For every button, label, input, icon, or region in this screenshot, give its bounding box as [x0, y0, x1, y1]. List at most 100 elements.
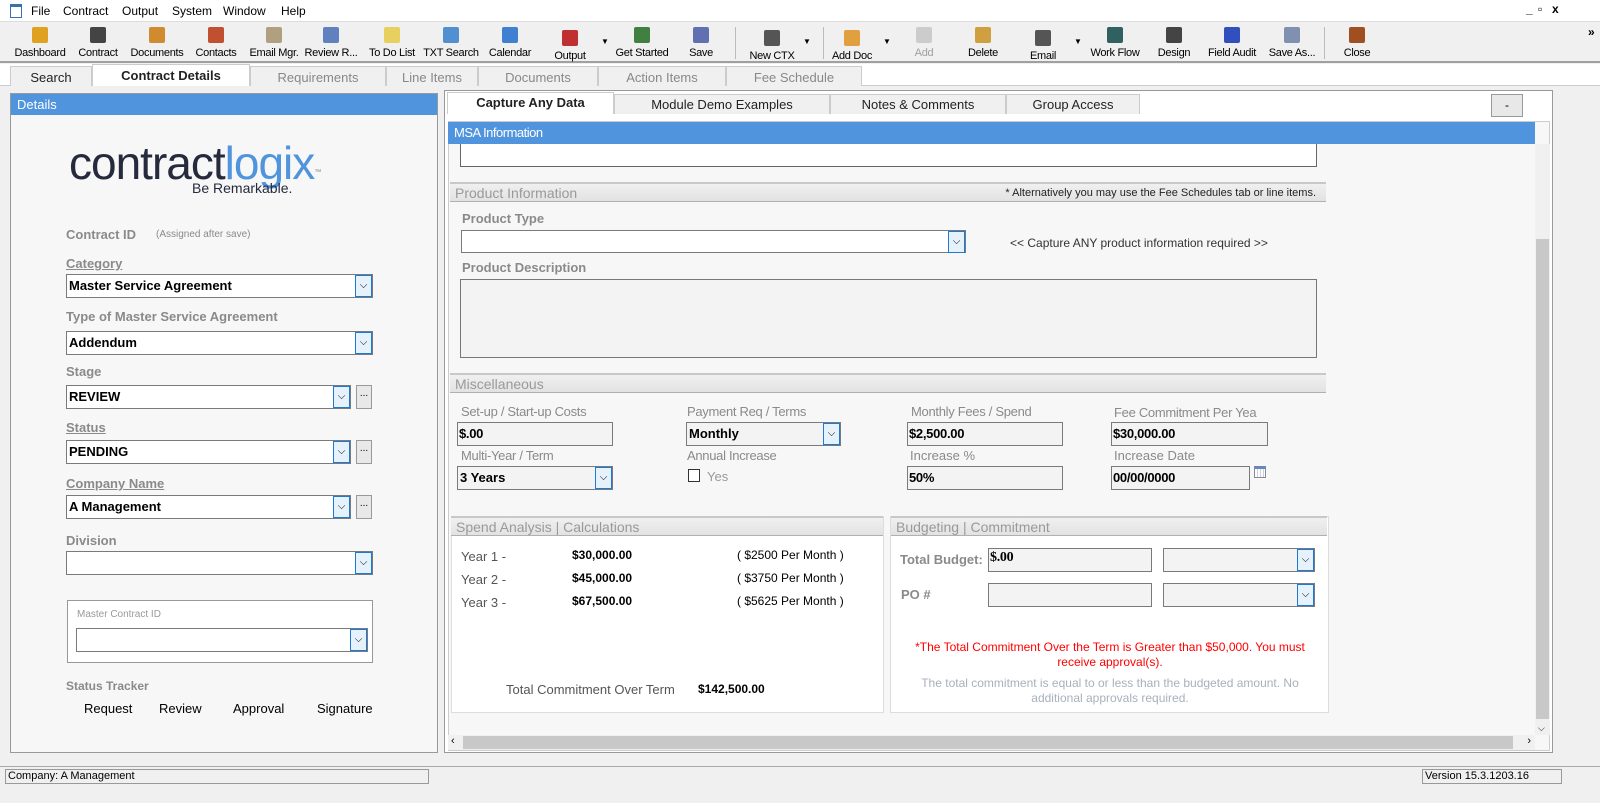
status-select[interactable]: PENDING ⌵	[66, 440, 351, 464]
caret-down-icon[interactable]: ▼	[1074, 37, 1082, 46]
chevron-down-icon[interactable]: ⌵	[1538, 723, 1545, 734]
toolbar-dashboard-button[interactable]: Dashboard	[10, 25, 70, 59]
monthly-input[interactable]: $2,500.00	[907, 422, 1063, 446]
chevron-down-icon[interactable]: ⌵	[355, 275, 372, 297]
product-description-textarea[interactable]	[460, 279, 1317, 358]
toolbar-review-r-button[interactable]: Review R...	[301, 25, 361, 59]
tab-capture-any-data[interactable]: Capture Any Data	[447, 92, 614, 114]
increase-pct-input[interactable]: 50%	[907, 466, 1063, 490]
caret-down-icon[interactable]: ▼	[601, 37, 609, 46]
chevron-down-icon[interactable]: ⌵	[355, 332, 372, 354]
toolbar-overflow-button[interactable]: »	[1588, 25, 1595, 39]
toolbar-to-do-list-button[interactable]: To Do List	[362, 25, 422, 59]
tab-group-access[interactable]: Group Access	[1006, 94, 1140, 114]
toolbar-save-button[interactable]: Save	[671, 25, 731, 59]
vertical-scrollbar[interactable]: ⌵	[1535, 144, 1550, 735]
status-link[interactable]: Status	[66, 420, 106, 435]
toolbar-calendar-button[interactable]: Calendar	[480, 25, 540, 59]
caret-down-icon[interactable]: ▼	[883, 37, 891, 46]
calendar-icon[interactable]	[1254, 466, 1266, 478]
chevron-down-icon[interactable]: ⌵	[350, 629, 367, 651]
division-select[interactable]: ⌵	[66, 551, 373, 575]
category-link[interactable]: Category	[66, 256, 122, 271]
horizontal-scrollbar[interactable]: ‹ ›	[448, 735, 1535, 750]
toolbar-new-ctx-button[interactable]: New CTX	[742, 28, 802, 62]
company-select[interactable]: A Management ⌵	[66, 495, 351, 519]
toolbar-field-audit-button[interactable]: Field Audit	[1202, 25, 1262, 59]
chevron-down-icon[interactable]: ⌵	[823, 423, 840, 445]
toolbar-add-button[interactable]: Add	[894, 25, 954, 59]
chevron-down-icon[interactable]: ⌵	[355, 552, 372, 574]
menu-file[interactable]: File	[31, 4, 50, 18]
caret-down-icon[interactable]: ▼	[803, 37, 811, 46]
toolbar-contract-button[interactable]: Contract	[68, 25, 128, 59]
tracker-approval[interactable]: Approval	[233, 701, 284, 716]
menu-system[interactable]: System	[172, 4, 212, 18]
status-lookup-button[interactable]: ...	[356, 440, 372, 464]
scroll-thumb[interactable]	[1536, 239, 1549, 719]
tab-requirements[interactable]: Requirements	[250, 66, 386, 86]
chevron-down-icon[interactable]: ⌵	[1297, 549, 1314, 571]
close-window-button[interactable]: x	[1552, 2, 1559, 16]
tab-documents[interactable]: Documents	[478, 66, 598, 86]
toolbar-contacts-button[interactable]: Contacts	[186, 25, 246, 59]
toolbar-work-flow-button[interactable]: Work Flow	[1085, 25, 1145, 59]
total-budget-input[interactable]: $.00	[988, 548, 1152, 572]
toolbar-design-button[interactable]: Design	[1144, 25, 1204, 59]
setup-input[interactable]: $.00	[457, 422, 613, 446]
tab-search[interactable]: Search	[10, 66, 92, 86]
stage-lookup-button[interactable]: ...	[356, 385, 372, 409]
restore-button[interactable]: ▫	[1538, 2, 1542, 16]
toolbar-email-button[interactable]: Email	[1013, 28, 1073, 62]
toolbar-add-doc-button[interactable]: Add Doc	[822, 28, 882, 62]
company-lookup-button[interactable]: ...	[356, 495, 372, 519]
category-select[interactable]: Master Service Agreement ⌵	[66, 274, 373, 298]
menu-help[interactable]: Help	[281, 4, 306, 18]
budget-select[interactable]: ⌵	[1163, 548, 1315, 572]
term-select[interactable]: 3 Years ⌵	[457, 466, 613, 490]
collapse-button[interactable]: -	[1491, 94, 1523, 117]
chevron-left-icon[interactable]: ‹	[451, 735, 455, 747]
increase-date-input[interactable]: 00/00/0000	[1111, 466, 1250, 490]
tracker-request[interactable]: Request	[84, 701, 132, 716]
tab-fee-schedule[interactable]: Fee Schedule	[726, 66, 862, 86]
po-select[interactable]: ⌵	[1163, 583, 1315, 607]
tab-action-items[interactable]: Action Items	[598, 66, 726, 86]
toolbar-get-started-button[interactable]: Get Started	[612, 25, 672, 59]
toolbar-save-as-button[interactable]: Save As...	[1262, 25, 1322, 59]
type-select[interactable]: Addendum ⌵	[66, 331, 373, 355]
chevron-down-icon[interactable]: ⌵	[595, 467, 612, 489]
toolbar-delete-button[interactable]: Delete	[953, 25, 1013, 59]
hscroll-thumb[interactable]	[463, 736, 1513, 749]
tab-line-items[interactable]: Line Items	[386, 66, 478, 86]
chevron-down-icon[interactable]: ⌵	[333, 386, 350, 408]
tab-module-demo-examples[interactable]: Module Demo Examples	[614, 94, 830, 114]
minimize-button[interactable]: _	[1526, 2, 1533, 16]
chevron-down-icon[interactable]: ⌵	[333, 441, 350, 463]
chevron-down-icon[interactable]: ⌵	[1297, 584, 1314, 606]
chevron-right-icon[interactable]: ›	[1527, 735, 1531, 747]
fee-commitment-input[interactable]: $30,000.00	[1111, 422, 1268, 446]
annual-increase-checkbox[interactable]	[688, 469, 700, 482]
product-type-select[interactable]: ⌵	[461, 230, 966, 253]
tracker-review[interactable]: Review	[159, 701, 202, 716]
toolbar-output-button[interactable]: Output	[540, 28, 600, 62]
toolbar-documents-button[interactable]: Documents	[127, 25, 187, 59]
menu-output[interactable]: Output	[122, 4, 158, 18]
chevron-down-icon[interactable]: ⌵	[948, 231, 965, 253]
chevron-down-icon[interactable]: ⌵	[333, 496, 350, 518]
msa-field[interactable]	[460, 144, 1317, 167]
payment-select[interactable]: Monthly ⌵	[686, 422, 841, 446]
master-contract-select[interactable]: ⌵	[76, 628, 368, 652]
tab-contract-details[interactable]: Contract Details	[92, 64, 250, 86]
menu-contract[interactable]: Contract	[63, 4, 108, 18]
toolbar-close-button[interactable]: Close	[1327, 25, 1387, 59]
menu-window[interactable]: Window	[223, 4, 266, 18]
toolbar-txt-search-button[interactable]: TXT Search	[421, 25, 481, 59]
tab-notes-comments[interactable]: Notes & Comments	[830, 94, 1006, 114]
stage-select[interactable]: REVIEW ⌵	[66, 385, 351, 409]
tracker-signature[interactable]: Signature	[317, 701, 373, 716]
po-input[interactable]	[988, 583, 1152, 607]
toolbar-email-mgr-button[interactable]: Email Mgr.	[244, 25, 304, 59]
company-link[interactable]: Company Name	[66, 476, 164, 491]
